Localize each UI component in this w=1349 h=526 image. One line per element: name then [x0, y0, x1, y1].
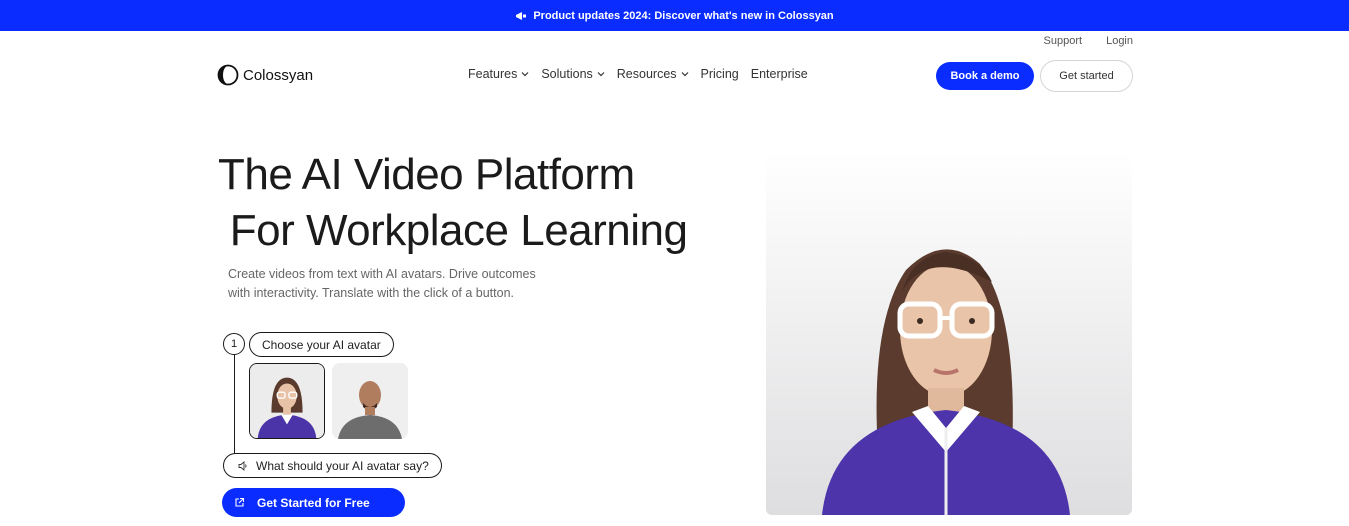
- chevron-down-icon: [521, 72, 529, 77]
- nav-solutions[interactable]: Solutions: [541, 67, 605, 81]
- main-nav: Features Solutions Resources Pricing Ent…: [468, 67, 808, 81]
- presenter-woman-image: [766, 152, 1132, 515]
- headline-line-2: For Workplace Learning: [218, 206, 688, 255]
- utility-nav: Support Login: [1044, 35, 1133, 47]
- step-connector-line: [234, 354, 235, 459]
- announcement-banner[interactable]: Product updates 2024: Discover what's ne…: [0, 0, 1349, 31]
- book-demo-button[interactable]: Book a demo: [936, 62, 1034, 90]
- step-number-badge: 1: [223, 333, 245, 355]
- get-started-button[interactable]: Get started: [1040, 60, 1133, 92]
- choose-avatar-label: Choose your AI avatar: [249, 332, 394, 357]
- avatar-option-man[interactable]: [332, 363, 408, 439]
- avatar-option-woman[interactable]: [249, 363, 325, 439]
- avatar-woman-image: [250, 364, 324, 438]
- cta-label: Get Started for Free: [257, 495, 370, 510]
- nav-resources[interactable]: Resources: [617, 67, 689, 81]
- speaker-icon: [238, 460, 247, 471]
- banner-text: Product updates 2024: Discover what's ne…: [533, 9, 834, 22]
- nav-features[interactable]: Features: [468, 67, 529, 81]
- get-started-free-button[interactable]: Get Started for Free: [222, 488, 405, 517]
- hero-subtext: Create videos from text with AI avatars.…: [228, 267, 536, 300]
- login-link[interactable]: Login: [1106, 35, 1133, 47]
- avatar-man-image: [332, 363, 408, 439]
- logo[interactable]: Colossyan: [217, 64, 313, 86]
- external-link-icon: [235, 497, 245, 507]
- nav-resources-label: Resources: [616, 67, 677, 81]
- script-input-prompt[interactable]: What should your AI avatar say?: [223, 453, 442, 478]
- nav-enterprise[interactable]: Enterprise: [751, 67, 808, 81]
- nav-pricing-label: Pricing: [700, 67, 739, 81]
- nav-solutions-label: Solutions: [541, 67, 593, 81]
- megaphone-icon: [516, 11, 527, 20]
- hero-avatar-image: [766, 152, 1132, 515]
- logo-text: Colossyan: [243, 66, 314, 84]
- chevron-down-icon: [597, 72, 605, 77]
- nav-enterprise-label: Enterprise: [750, 67, 808, 81]
- script-input-label: What should your AI avatar say?: [256, 458, 429, 473]
- hero-headline: The AI Video Platform For Workplace Lear…: [218, 147, 688, 259]
- nav-pricing[interactable]: Pricing: [701, 67, 739, 81]
- chevron-down-icon: [681, 72, 688, 77]
- headline-line-1: The AI Video Platform: [218, 150, 635, 199]
- support-link[interactable]: Support: [1044, 35, 1083, 47]
- colossyan-logo-icon: [217, 64, 239, 86]
- nav-features-label: Features: [468, 67, 518, 81]
